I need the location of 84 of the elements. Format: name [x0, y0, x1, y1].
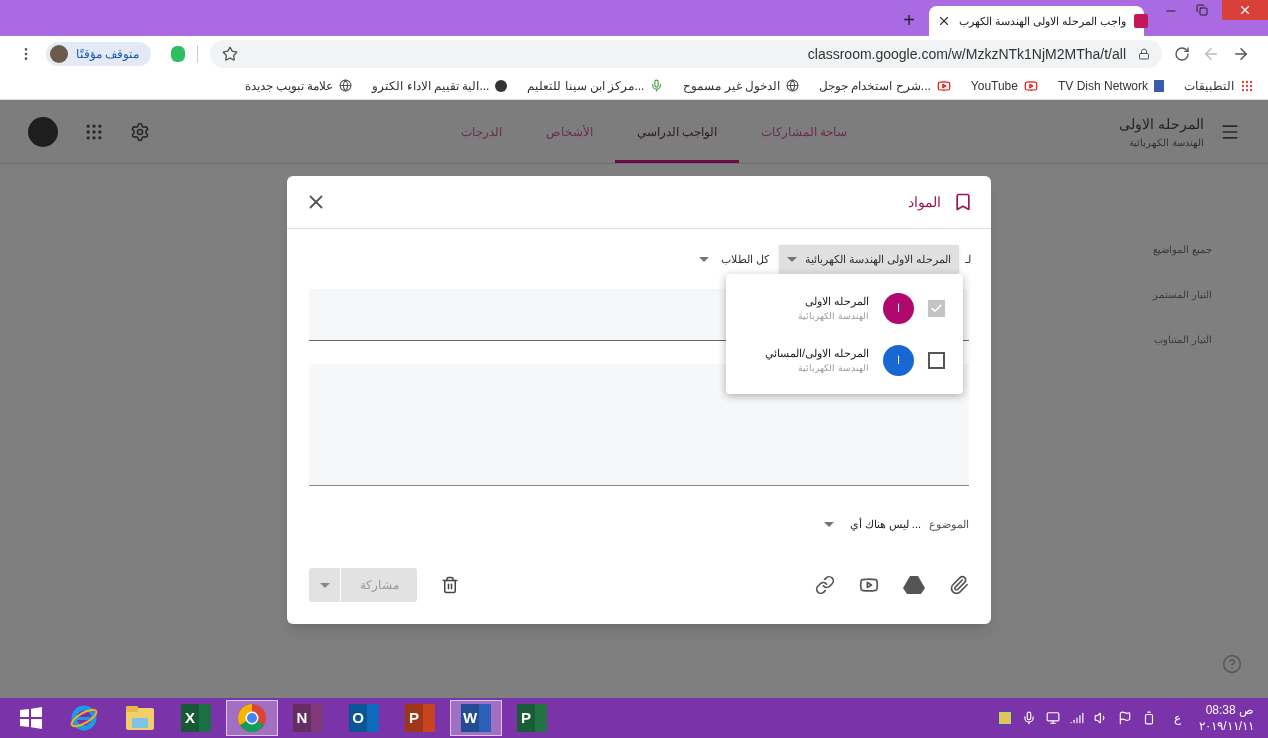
- paperclip-icon[interactable]: [949, 575, 969, 595]
- globe-icon: [339, 79, 353, 92]
- classroom-tab[interactable]: الواجب الدراسي: [614, 100, 739, 163]
- taskbar-app-button[interactable]: P: [394, 700, 446, 736]
- chrome-browser-icon: [237, 703, 267, 733]
- caret-icon: [786, 256, 797, 262]
- document-icon: [1154, 79, 1164, 92]
- class-section: الهندسة الكهربائية: [1129, 134, 1204, 150]
- bookmark-link[interactable]: علامة تبويب جديدة: [244, 76, 353, 95]
- for-label: لـ: [965, 251, 971, 267]
- students-select[interactable]: كل الطلاب: [694, 245, 773, 273]
- description-field[interactable]: [309, 364, 969, 486]
- new-tab-button[interactable]: +: [903, 10, 915, 30]
- youtube-icon: [936, 78, 951, 93]
- bookmark-icon: [953, 192, 973, 212]
- bookmark-link[interactable]: التطبيقات: [1184, 76, 1254, 95]
- taskbar-app-button[interactable]: N: [282, 700, 334, 736]
- reload-icon[interactable]: [1174, 46, 1190, 62]
- caret-icon: [698, 256, 709, 262]
- signal-tray-icon[interactable]: [1070, 711, 1085, 725]
- arrow-right-icon[interactable]: [1232, 45, 1250, 63]
- microphone-icon: [650, 79, 664, 92]
- restore-icon[interactable]: [1196, 4, 1208, 16]
- taskbar-app-button[interactable]: O: [338, 700, 390, 736]
- profile-status: متوقف مؤقتًا: [76, 46, 140, 63]
- bookmark-link[interactable]: TV Dish Network: [1057, 76, 1164, 95]
- checkbox[interactable]: [928, 299, 945, 317]
- topic-select[interactable]: ليس هناك أي ...: [823, 516, 921, 533]
- dialog-title: المواد: [908, 192, 941, 213]
- bookmark-link[interactable]: شرح استخدام جوجل...: [819, 76, 951, 95]
- url-text: classroom.google.com/w/MzkzNTk1NjM2MTha/t/all: [807, 44, 1126, 64]
- address-bar[interactable]: classroom.google.com/w/MzkzNTk1NjM2MTha/t/all: [210, 40, 1162, 68]
- class-select[interactable]: المرحله الاولى الهندسة الكهربائية: [778, 245, 959, 273]
- checkbox[interactable]: [928, 351, 945, 369]
- bookmark-link[interactable]: مركز ابن سينا للتعليم...: [527, 76, 664, 95]
- taskbar-app-button[interactable]: W: [450, 700, 502, 736]
- settings-icon[interactable]: [130, 121, 150, 142]
- office-app-icon: P: [405, 704, 435, 732]
- language-indicator[interactable]: ع: [1174, 709, 1182, 727]
- office-app-icon: W: [461, 704, 491, 732]
- office-app-icon: O: [349, 704, 379, 732]
- flag-tray-icon[interactable]: [1118, 711, 1133, 725]
- caret-icon: [823, 521, 834, 527]
- star-icon[interactable]: [222, 46, 239, 62]
- class-avatar: ا: [883, 292, 914, 324]
- lock-icon: [1138, 48, 1150, 60]
- globe-icon: [786, 79, 800, 92]
- classroom-favicon-icon: [1134, 14, 1149, 28]
- class-option[interactable]: ا المرحله الاولى/المسائي الهندسة الكهربائية: [726, 334, 963, 386]
- close-icon[interactable]: [937, 14, 951, 28]
- profile-chip[interactable]: متوقف مؤقتًا: [46, 42, 152, 66]
- bookmark-link[interactable]: YouTube: [970, 76, 1038, 95]
- check-icon: [930, 301, 943, 315]
- avatar-icon: [50, 45, 68, 63]
- class-option[interactable]: ا المرحله الاولى الهندسة الكهربائية: [726, 282, 963, 334]
- apps-grid-icon: [1240, 78, 1254, 93]
- taskbar-app-button[interactable]: P: [506, 700, 558, 736]
- class-option-section: الهندسة الكهربائية: [798, 309, 869, 323]
- video-play-icon[interactable]: [859, 575, 879, 595]
- clock[interactable]: 08:38 ص ٢٠١٩/١١/١١: [1199, 702, 1260, 734]
- avatar-icon[interactable]: [28, 116, 58, 147]
- circle-logo-icon: [495, 79, 508, 92]
- caret-icon: [319, 582, 330, 588]
- link-icon[interactable]: [815, 575, 835, 595]
- bookmark-link[interactable]: الية تقييم الاداء الكترو...: [372, 76, 508, 95]
- class-option-name: المرحله الاولى/المسائي: [764, 346, 869, 362]
- trash-icon[interactable]: [441, 576, 459, 594]
- class-avatar: ا: [883, 344, 914, 376]
- office-app-icon: N: [293, 704, 323, 732]
- close-icon: [1238, 3, 1252, 17]
- class-name: المرحله الاولى: [1119, 114, 1204, 135]
- taskbar-app-button[interactable]: [226, 700, 278, 736]
- taskbar-app-button[interactable]: X: [170, 700, 222, 736]
- monitor-tray-icon[interactable]: [1046, 711, 1061, 725]
- folder-icon: [124, 704, 156, 732]
- browser-e-icon: [69, 703, 99, 733]
- office-app-icon: P: [517, 704, 547, 732]
- class-option-name: المرحله الاولى: [804, 294, 869, 310]
- office-app-icon: X: [181, 704, 211, 732]
- class-option-section: الهندسة الكهربائية: [798, 361, 869, 375]
- bookmark-link[interactable]: الدخول غير مسموح: [683, 76, 800, 95]
- tab-title: واجب المرحله الاولى الهندسة الكهرب: [959, 13, 1127, 30]
- youtube-icon: [1023, 78, 1038, 93]
- topic-label: الموضوع: [929, 517, 969, 533]
